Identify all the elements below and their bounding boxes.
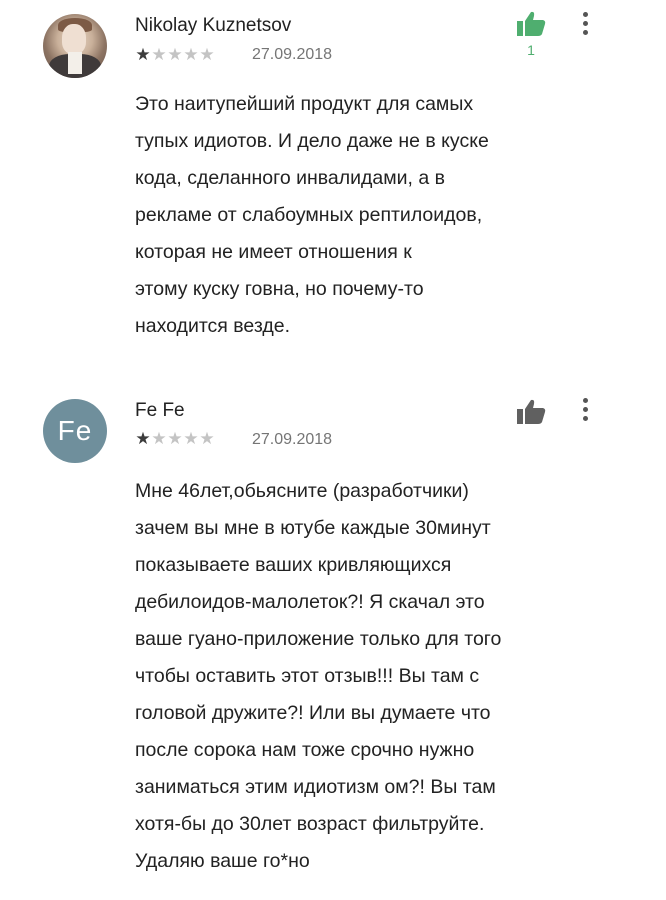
review-text-line: находится везде. (135, 315, 290, 337)
star-icon: ★ (199, 429, 215, 448)
review-text-line: хотя-бы до 30лет возраст фильтруйте. (135, 813, 485, 835)
review-text-line: Это наитупейший продукт для самых (135, 93, 474, 115)
review-date: 27.09.2018 (252, 46, 333, 63)
review-text-line: дебилоидов-малолеток?! Я скачал это (135, 591, 485, 613)
helpful-count: 1 (527, 42, 535, 58)
reviewer-name: Nikolay Kuznetsov (135, 15, 292, 36)
star-icon: ★ (151, 429, 167, 448)
star-rating: ★★★★★ (135, 430, 215, 447)
review-text: Мне 46лет,обьясните (разработчики) зачем… (135, 473, 615, 880)
star-icon: ★ (151, 45, 167, 64)
review-text-line: Мне 46лет,обьясните (разработчики) (135, 480, 469, 502)
star-icon: ★ (183, 429, 199, 448)
review-text-line: чтобы оставить этот отзыв!!! Вы там с (135, 665, 480, 687)
review-text-line: Удаляю ваше го*но (135, 850, 310, 872)
star-icon: ★ (135, 429, 151, 448)
review-text-line: этому куску говна, но почему-то (135, 278, 424, 300)
more-vertical-icon[interactable] (578, 398, 592, 426)
star-icon: ★ (199, 45, 215, 64)
review-text-line: ваше гуано-приложение только для того (135, 628, 502, 650)
more-vertical-icon[interactable] (578, 12, 592, 40)
reviewer-avatar[interactable]: Fe (43, 399, 107, 463)
review-text-line: тупых идиотов. И дело даже не в куске (135, 130, 489, 152)
review-text-line: которая не имеет отношения к (135, 241, 412, 263)
review-text-line: рекламе от слабоумных рептилоидов, (135, 204, 483, 226)
star-icon: ★ (167, 429, 183, 448)
star-icon: ★ (135, 45, 151, 64)
reviewer-name: Fe Fe (135, 400, 185, 421)
star-rating: ★★★★★ (135, 46, 215, 63)
review-text-line: после сорока нам тоже срочно нужно (135, 739, 475, 761)
review-text-line: заниматься этим идиотизм ом?! Вы там (135, 776, 496, 798)
review-date: 27.09.2018 (252, 431, 333, 448)
reviewer-avatar[interactable] (43, 14, 107, 78)
review-text-line: показываете ваших кривляющихся (135, 554, 452, 576)
thumbs-up-icon[interactable] (516, 10, 546, 38)
review-text-line: кода, сделанного инвалидами, а в (135, 167, 446, 189)
thumbs-up-icon[interactable] (516, 398, 546, 426)
star-icon: ★ (167, 45, 183, 64)
review-text-line: зачем вы мне в ютубе каждые 30минут (135, 517, 491, 539)
star-icon: ★ (183, 45, 199, 64)
review-text: Это наитупейший продукт для самых тупых … (135, 86, 615, 345)
review-text-line: головой дружите?! Или вы думаете что (135, 702, 491, 724)
